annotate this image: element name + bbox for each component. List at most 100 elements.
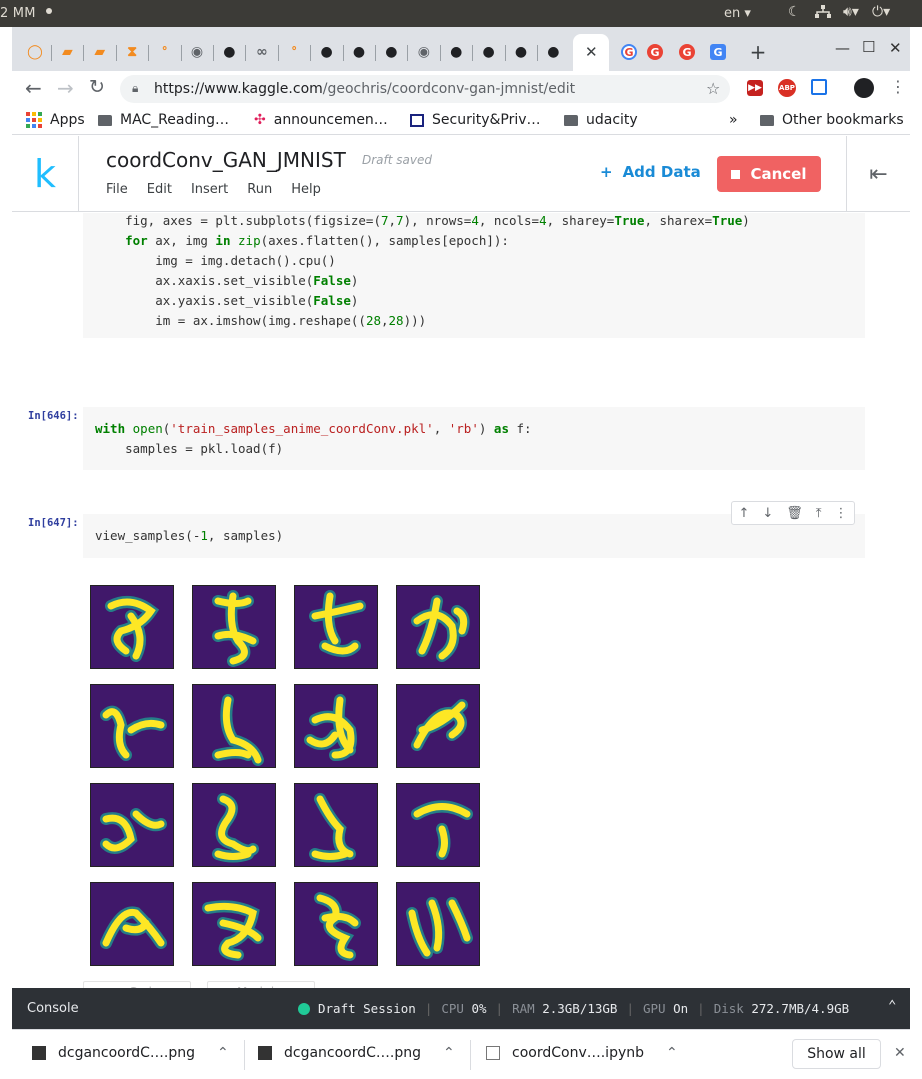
- notebook-content[interactable]: fig, axes = plt.subplots(figsize=(7,7), …: [12, 213, 910, 1001]
- menu-help[interactable]: Help: [291, 182, 321, 197]
- browser-tab[interactable]: ∞: [247, 37, 277, 67]
- bookmark-star-icon[interactable]: ☆: [706, 79, 720, 98]
- download-item[interactable]: coordConv….ipynb ⌃: [486, 1045, 678, 1061]
- cell-prompt: In[647]:: [28, 517, 79, 529]
- close-tab-icon[interactable]: ✕: [585, 43, 598, 61]
- adblock-icon[interactable]: ABP: [778, 79, 796, 97]
- maximize-icon[interactable]: ☐: [862, 38, 875, 56]
- generated-sample-image: [90, 882, 174, 966]
- browser-tab[interactable]: ●: [441, 37, 471, 67]
- download-item[interactable]: dcgancoordC….png ⌃: [258, 1045, 455, 1061]
- code-line: im = ax.imshow(img.reshape((28,28))): [95, 313, 427, 328]
- browser-tab[interactable]: ⧗: [117, 37, 147, 67]
- browser-tab[interactable]: ●: [376, 37, 406, 67]
- browser-tab[interactable]: ▰: [52, 37, 82, 67]
- tab-translate[interactable]: G: [703, 37, 733, 67]
- browser-tab[interactable]: ᐤ: [279, 37, 309, 67]
- code-cell-load-samples[interactable]: with open('train_samples_anime_coordConv…: [83, 407, 865, 470]
- github-icon: ●: [320, 44, 333, 60]
- menu-insert[interactable]: Insert: [191, 182, 228, 197]
- forward-icon[interactable]: →: [57, 76, 74, 100]
- reload-icon[interactable]: ↻: [89, 76, 105, 98]
- image-file-icon: [32, 1046, 46, 1060]
- active-tab[interactable]: ✕: [573, 34, 609, 71]
- browser-tab[interactable]: ▰: [85, 37, 115, 67]
- close-downloads-icon[interactable]: ✕: [894, 1045, 906, 1061]
- tab-strip: ◯ ▰ ▰ ⧗ ᐤ ◉ ● ∞ ᐤ ● ● ● ◉ ● ● ● ● ✕ G G G G + — ☐ ✕: [12, 27, 910, 71]
- collapse-panel-button[interactable]: ⇤: [846, 136, 910, 212]
- github-icon: ●: [450, 44, 463, 60]
- address-bar[interactable]: 🔒︎ https://www.kaggle.com/geochris/coord…: [120, 75, 730, 103]
- book-icon: ▰: [62, 44, 73, 60]
- profile-avatar-icon[interactable]: [854, 78, 874, 98]
- browser-tab[interactable]: ●: [538, 37, 568, 67]
- lock-icon: 🔒︎: [132, 81, 139, 95]
- more-options-icon[interactable]: ⋮: [835, 506, 848, 521]
- download-item[interactable]: dcgancoordC….png ⌃: [32, 1045, 229, 1061]
- tab-google-2[interactable]: G: [640, 37, 670, 67]
- chevron-up-icon[interactable]: ⌃: [443, 1045, 455, 1061]
- browser-tab[interactable]: ◉: [409, 37, 439, 67]
- extension-window-icon[interactable]: [811, 79, 827, 95]
- browser-tab[interactable]: ◉: [182, 37, 212, 67]
- collapse-icon[interactable]: ⤒: [816, 506, 822, 521]
- console-bar[interactable]: Console Draft Session | CPU 0% | RAM 2.3…: [12, 988, 910, 1029]
- session-status-icon: [298, 1002, 310, 1015]
- stop-icon: [731, 169, 741, 179]
- delete-icon[interactable]: 🗑︎: [786, 506, 803, 521]
- move-up-icon[interactable]: ↑: [738, 506, 749, 521]
- bookmark-mac-reading[interactable]: MAC_Reading…: [98, 112, 229, 128]
- menu-file[interactable]: File: [106, 182, 128, 197]
- kaggle-icon: ◯: [27, 44, 43, 60]
- move-down-icon[interactable]: ↓: [762, 506, 773, 521]
- bookmark-security[interactable]: Security&Priv…: [410, 112, 541, 128]
- browser-toolbar: ← → ↻ 🔒︎ https://www.kaggle.com/geochris…: [12, 71, 910, 107]
- tab-google-3[interactable]: G: [672, 37, 702, 67]
- minimize-icon[interactable]: —: [835, 39, 850, 57]
- apps-grid-icon: [26, 112, 42, 128]
- url-text: https://www.kaggle.com/geochris/coordcon…: [154, 81, 576, 97]
- night-mode-icon[interactable]: ☾: [788, 4, 801, 20]
- generated-sample-image: [294, 684, 378, 768]
- session-name: Draft Session: [318, 1001, 416, 1016]
- language-indicator[interactable]: en ▾: [724, 6, 751, 21]
- code-line: samples = pkl.load(f): [95, 441, 284, 456]
- new-tab-button[interactable]: +: [743, 37, 773, 67]
- menu-edit[interactable]: Edit: [147, 182, 172, 197]
- network-icon[interactable]: [814, 4, 832, 24]
- show-all-downloads-button[interactable]: Show all: [792, 1039, 881, 1069]
- volume-icon[interactable]: 🔊︎▾: [843, 4, 859, 20]
- bookmark-udacity[interactable]: udacity: [564, 112, 638, 128]
- extension-playback-icon[interactable]: ▶▶: [747, 80, 763, 96]
- menu-run[interactable]: Run: [247, 182, 272, 197]
- bookmark-announcements[interactable]: ✣ announcemen…: [254, 112, 388, 128]
- back-icon[interactable]: ←: [25, 76, 42, 100]
- generated-sample-image: [396, 783, 480, 867]
- bookmark-apps[interactable]: Apps: [26, 112, 85, 128]
- chevron-up-icon[interactable]: ⌃: [217, 1045, 229, 1061]
- globe-icon: ◉: [190, 44, 204, 60]
- browser-tab[interactable]: ◯: [20, 37, 50, 67]
- browser-tab[interactable]: ●: [474, 37, 504, 67]
- ram-usage: 2.3GB/13GB: [542, 1001, 618, 1016]
- browser-tab[interactable]: ᐤ: [150, 37, 180, 67]
- code-cell-view-samples-def[interactable]: fig, axes = plt.subplots(figsize=(7,7), …: [83, 213, 865, 338]
- browser-tab[interactable]: ●: [312, 37, 342, 67]
- bookmarks-overflow[interactable]: »: [729, 112, 738, 128]
- cancel-button[interactable]: Cancel: [717, 156, 821, 192]
- close-window-icon[interactable]: ✕: [889, 39, 902, 57]
- power-icon[interactable]: ⏻▾: [872, 4, 890, 20]
- github-icon: ●: [547, 44, 560, 60]
- chevron-up-icon[interactable]: ⌃: [666, 1045, 678, 1061]
- browser-tab[interactable]: ●: [214, 37, 244, 67]
- browser-tab[interactable]: ●: [506, 37, 536, 67]
- kaggle-logo[interactable]: k: [12, 136, 79, 212]
- bookmark-other[interactable]: Other bookmarks: [760, 112, 904, 128]
- code-line: view_samples(-1, samples): [95, 528, 284, 543]
- notebook-title[interactable]: coordConv_GAN_JMNIST: [106, 148, 346, 172]
- slack-icon: ✣: [254, 112, 266, 128]
- expand-console-icon[interactable]: ⌃: [888, 998, 896, 1014]
- browser-tab[interactable]: ●: [344, 37, 374, 67]
- menu-kebab-icon[interactable]: ⋮: [890, 77, 906, 96]
- add-data-button[interactable]: + Add Data: [600, 163, 701, 181]
